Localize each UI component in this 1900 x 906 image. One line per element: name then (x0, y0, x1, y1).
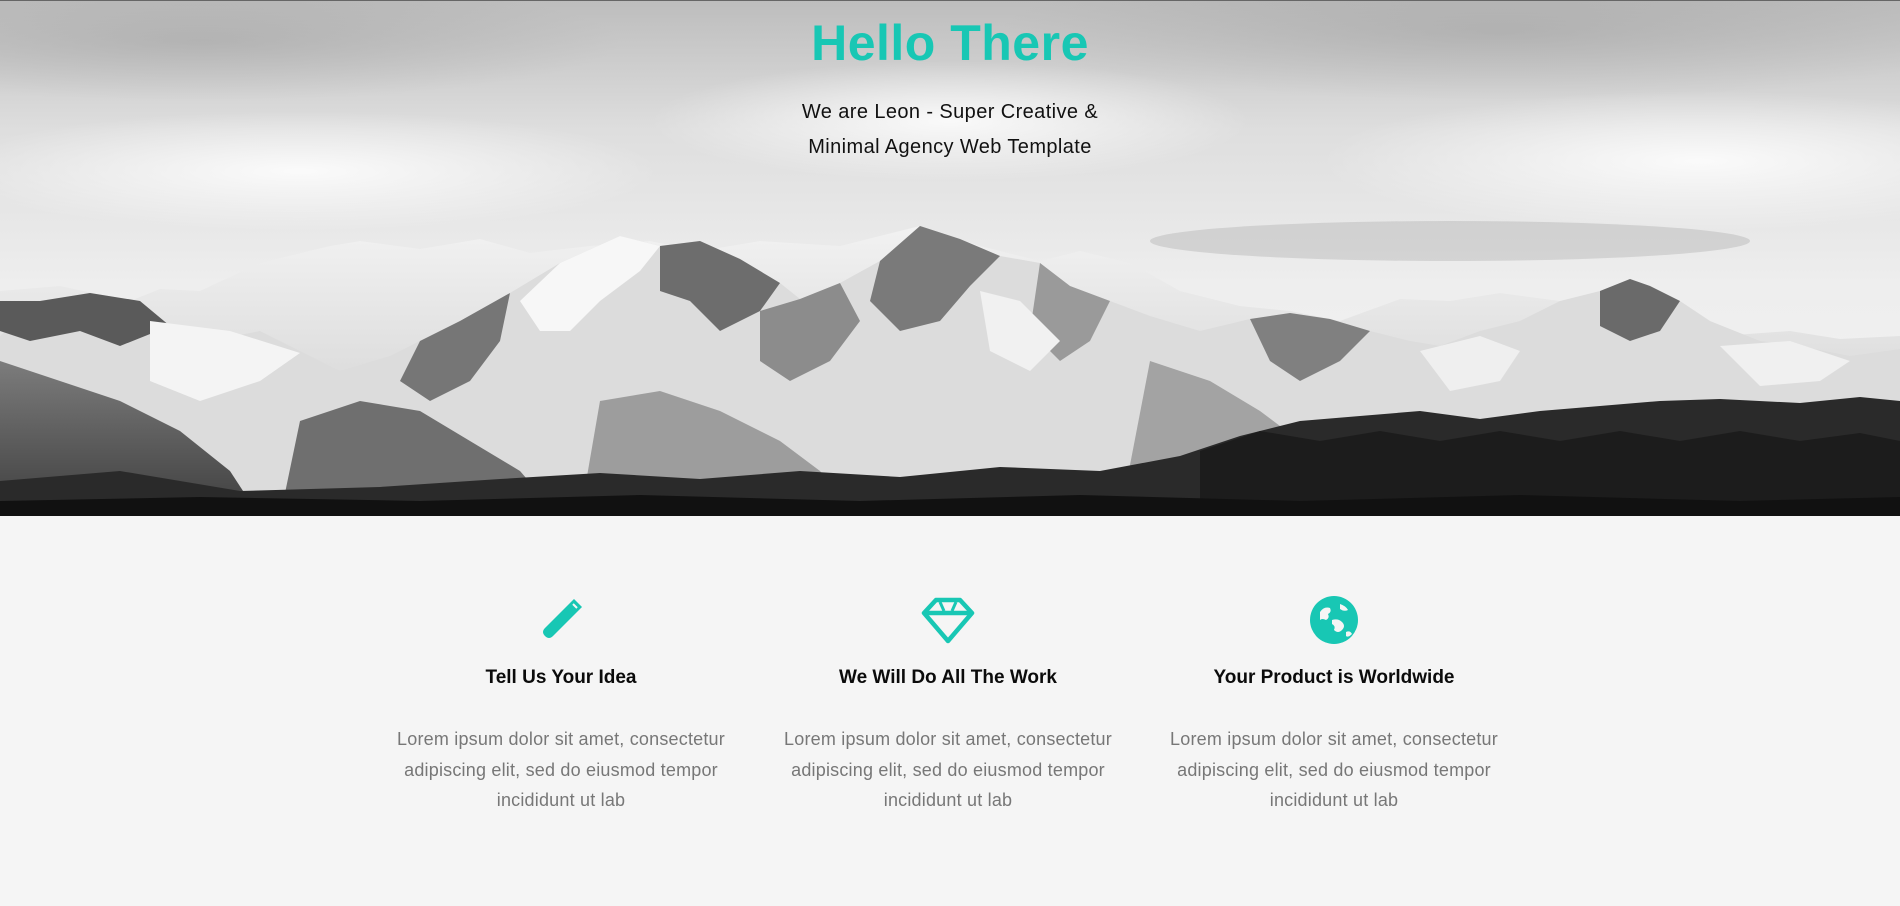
feature-description: Lorem ipsum dolor sit amet, consectetur … (397, 729, 725, 810)
feature-title: We Will Do All The Work (839, 667, 1057, 688)
hero-section: Hello There We are Leon - Super Creative… (0, 0, 1900, 516)
hero-text: Hello There We are Leon - Super Creative… (0, 1, 1900, 165)
pencil-icon (543, 599, 582, 638)
globe-icon (1310, 596, 1358, 644)
feature-card-work: We Will Do All The Work Lorem ipsum dolo… (778, 592, 1118, 816)
diamond-icon (921, 597, 975, 644)
feature-description: Lorem ipsum dolor sit amet, consectetur … (1170, 729, 1498, 810)
feature-title: Tell Us Your Idea (485, 667, 637, 688)
feature-card-idea: Tell Us Your Idea Lorem ipsum dolor sit … (391, 592, 731, 816)
hero-subtitle: We are Leon - Super Creative & Minimal A… (801, 101, 1099, 158)
feature-card-worldwide: Your Product is Worldwide Lorem ipsum do… (1164, 592, 1504, 816)
feature-description: Lorem ipsum dolor sit amet, consectetur … (784, 729, 1112, 810)
hero-title: Hello There (811, 15, 1089, 71)
features-section: Tell Us Your Idea Lorem ipsum dolor sit … (0, 516, 1900, 906)
feature-title: Your Product is Worldwide (1213, 667, 1455, 688)
